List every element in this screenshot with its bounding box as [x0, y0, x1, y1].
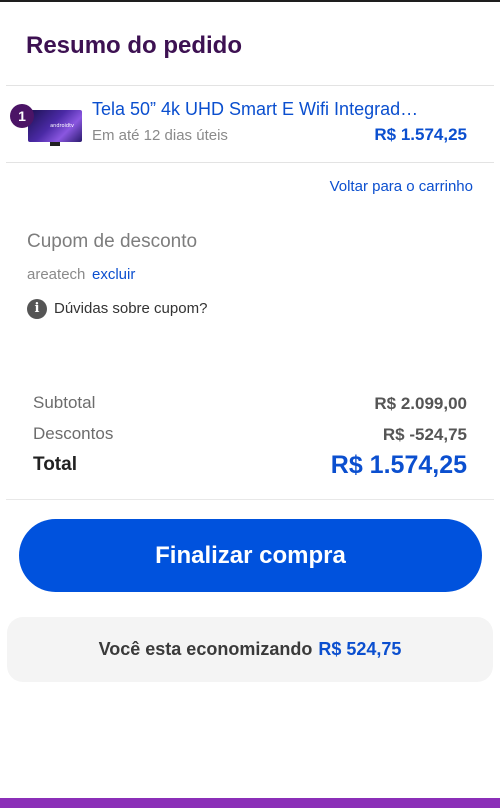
tv-stand — [50, 142, 60, 146]
coupon-code: areatech — [27, 266, 86, 283]
delivery-estimate: Em até 12 dias úteis — [92, 127, 228, 144]
info-icon: i — [27, 299, 47, 319]
discount-value: R$ -524,75 — [382, 425, 467, 444]
savings-text: Você esta economizando — [98, 639, 313, 659]
remove-coupon-link[interactable]: excluir — [92, 266, 135, 283]
checkout-button[interactable]: Finalizar compra — [19, 519, 482, 592]
bottom-accent-bar — [0, 798, 500, 808]
subtotal-value: R$ 2.099,00 — [374, 394, 467, 413]
subtotal-label: Subtotal — [33, 393, 96, 412]
discount-label: Descontos — [33, 424, 114, 443]
divider — [6, 85, 494, 86]
product-price: R$ 1.574,25 — [374, 125, 467, 144]
top-border — [0, 0, 500, 2]
quantity-badge: 1 — [10, 104, 34, 128]
coupon-title: Cupom de desconto — [27, 231, 198, 252]
total-value: R$ 1.574,25 — [330, 451, 467, 479]
page-title: Resumo do pedido — [26, 32, 242, 59]
coupon-help-link[interactable]: Dúvidas sobre cupom? — [54, 300, 207, 317]
thumb-brand-text: androidtv — [50, 123, 74, 129]
product-name-link[interactable]: Tela 50” 4k UHD Smart E Wifi Integrad… — [92, 99, 452, 120]
total-label: Total — [33, 454, 77, 475]
divider — [6, 162, 494, 163]
savings-amount: R$ 524,75 — [318, 639, 402, 659]
back-to-cart-link[interactable]: Voltar para o carrinho — [330, 178, 473, 195]
divider — [6, 499, 494, 500]
product-thumbnail[interactable]: androidtv — [28, 110, 82, 146]
savings-banner: Você esta economizando R$ 524,75 — [7, 617, 493, 682]
